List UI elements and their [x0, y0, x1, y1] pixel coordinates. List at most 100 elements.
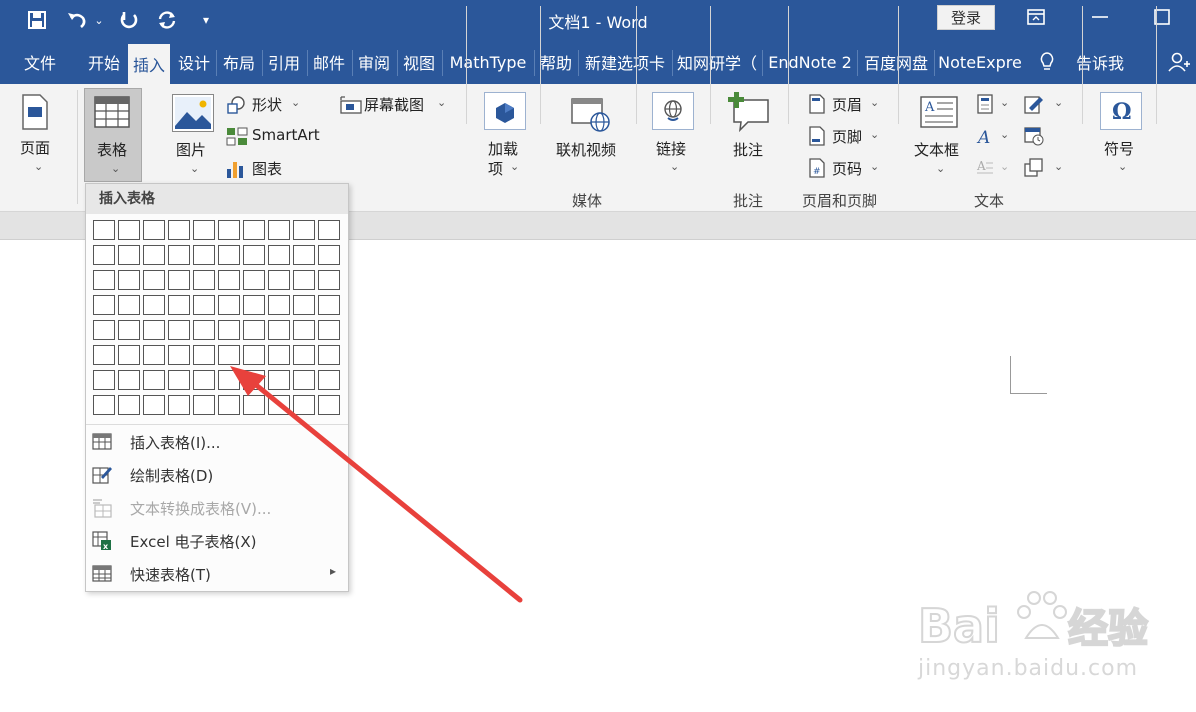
- grid-cell[interactable]: [143, 245, 165, 265]
- grid-cell[interactable]: [193, 245, 215, 265]
- grid-cell[interactable]: [268, 320, 290, 340]
- grid-cell[interactable]: [143, 295, 165, 315]
- grid-cell[interactable]: [268, 245, 290, 265]
- footer-button-label[interactable]: 页脚: [832, 126, 862, 147]
- grid-cell[interactable]: [293, 320, 315, 340]
- tab-baidu-netdisk[interactable]: 百度网盘: [859, 40, 933, 84]
- grid-cell[interactable]: [193, 220, 215, 240]
- menu-excel-spreadsheet[interactable]: x Excel 电子表格(X): [86, 525, 348, 557]
- table-button-label[interactable]: 表格: [97, 139, 127, 160]
- textbox-button-label[interactable]: 文本框: [914, 139, 959, 160]
- grid-cell[interactable]: [293, 345, 315, 365]
- tab-noteexpress[interactable]: NoteExpre: [936, 40, 1024, 84]
- footer-icon[interactable]: [808, 126, 826, 146]
- smartart-icon[interactable]: [226, 127, 248, 146]
- grid-cell[interactable]: [218, 395, 240, 415]
- grid-cell[interactable]: [118, 370, 140, 390]
- footer-dropdown-icon[interactable]: ⌄: [870, 128, 879, 141]
- tab-insert[interactable]: 插入: [128, 44, 170, 84]
- tab-home[interactable]: 开始: [82, 40, 126, 84]
- screenshot-button-label[interactable]: 屏幕截图: [364, 94, 424, 115]
- tab-view[interactable]: 视图: [399, 40, 439, 84]
- online-video-button-label[interactable]: 联机视频: [556, 139, 616, 160]
- grid-cell[interactable]: [168, 320, 190, 340]
- lightbulb-icon[interactable]: [1036, 40, 1058, 84]
- screenshot-icon[interactable]: [340, 96, 362, 114]
- grid-cell[interactable]: [118, 345, 140, 365]
- textbox-icon[interactable]: A: [918, 94, 960, 130]
- grid-cell[interactable]: [118, 270, 140, 290]
- grid-cell[interactable]: [268, 270, 290, 290]
- grid-cell[interactable]: [168, 370, 190, 390]
- grid-cell[interactable]: [318, 320, 340, 340]
- tab-layout[interactable]: 布局: [219, 40, 259, 84]
- tab-file[interactable]: 文件: [18, 40, 62, 84]
- chart-button-label[interactable]: 图表: [252, 158, 282, 179]
- grid-cell[interactable]: [318, 270, 340, 290]
- grid-cell[interactable]: [193, 270, 215, 290]
- grid-cell[interactable]: [193, 295, 215, 315]
- grid-cell[interactable]: [218, 320, 240, 340]
- tell-me-search[interactable]: 告诉我: [1068, 40, 1132, 84]
- grid-cell[interactable]: [118, 245, 140, 265]
- tab-mathtype[interactable]: MathType: [444, 40, 532, 84]
- grid-cell[interactable]: [218, 370, 240, 390]
- tab-design[interactable]: 设计: [174, 40, 214, 84]
- shapes-icon[interactable]: [226, 95, 245, 114]
- grid-cell[interactable]: [268, 345, 290, 365]
- table-dropdown-icon[interactable]: ⌄: [111, 162, 120, 175]
- grid-cell[interactable]: [318, 220, 340, 240]
- grid-cell[interactable]: [118, 320, 140, 340]
- link-button-label[interactable]: 链接: [656, 138, 686, 159]
- grid-cell[interactable]: [143, 395, 165, 415]
- link-dropdown-icon[interactable]: ⌄: [670, 160, 679, 173]
- grid-cell[interactable]: [243, 395, 265, 415]
- chart-icon[interactable]: [226, 159, 244, 178]
- symbol-dropdown-icon[interactable]: ⌄: [1118, 160, 1127, 173]
- grid-cell[interactable]: [168, 345, 190, 365]
- picture-icon[interactable]: [172, 94, 214, 132]
- grid-cell[interactable]: [143, 320, 165, 340]
- page-number-dropdown-icon[interactable]: ⌄: [870, 160, 879, 173]
- symbol-button-label[interactable]: 符号: [1104, 138, 1134, 159]
- minimize-icon[interactable]: [1080, 0, 1120, 34]
- pages-dropdown-icon[interactable]: ⌄: [34, 160, 43, 173]
- online-video-icon[interactable]: [570, 96, 612, 132]
- maximize-icon[interactable]: [1142, 0, 1182, 34]
- tab-new-tab[interactable]: 新建选项卡: [580, 40, 670, 84]
- tab-mailings[interactable]: 邮件: [309, 40, 349, 84]
- grid-cell[interactable]: [193, 395, 215, 415]
- grid-cell[interactable]: [293, 245, 315, 265]
- tab-references[interactable]: 引用: [264, 40, 304, 84]
- addins-button-label[interactable]: 加载: [488, 138, 518, 159]
- grid-cell[interactable]: [243, 320, 265, 340]
- grid-cell[interactable]: [243, 295, 265, 315]
- shapes-dropdown-icon[interactable]: ⌄: [291, 96, 300, 109]
- grid-cell[interactable]: [93, 320, 115, 340]
- tab-endnote[interactable]: EndNote 2: [764, 40, 856, 84]
- grid-cell[interactable]: [243, 370, 265, 390]
- menu-draw-table[interactable]: 绘制表格(D): [86, 459, 348, 491]
- link-icon[interactable]: [652, 92, 694, 130]
- grid-cell[interactable]: [168, 395, 190, 415]
- grid-cell[interactable]: [318, 295, 340, 315]
- wordart-dropdown-icon[interactable]: ⌄: [1000, 128, 1009, 141]
- grid-cell[interactable]: [168, 245, 190, 265]
- grid-cell[interactable]: [168, 220, 190, 240]
- grid-cell[interactable]: [168, 270, 190, 290]
- grid-cell[interactable]: [193, 320, 215, 340]
- grid-cell[interactable]: [293, 295, 315, 315]
- date-time-icon[interactable]: [1024, 126, 1044, 146]
- grid-cell[interactable]: [93, 345, 115, 365]
- menu-insert-table[interactable]: 插入表格(I)...: [86, 426, 348, 458]
- menu-quick-tables[interactable]: 快速表格(T) ▸: [86, 558, 348, 590]
- grid-cell[interactable]: [118, 295, 140, 315]
- header-button-label[interactable]: 页眉: [832, 94, 862, 115]
- grid-cell[interactable]: [93, 220, 115, 240]
- object-icon[interactable]: [1024, 158, 1043, 177]
- addins-button-label-2[interactable]: 项: [488, 158, 503, 179]
- comment-icon[interactable]: [726, 92, 772, 134]
- login-button[interactable]: 登录: [937, 5, 995, 30]
- grid-cell[interactable]: [143, 220, 165, 240]
- header-icon[interactable]: [808, 94, 826, 114]
